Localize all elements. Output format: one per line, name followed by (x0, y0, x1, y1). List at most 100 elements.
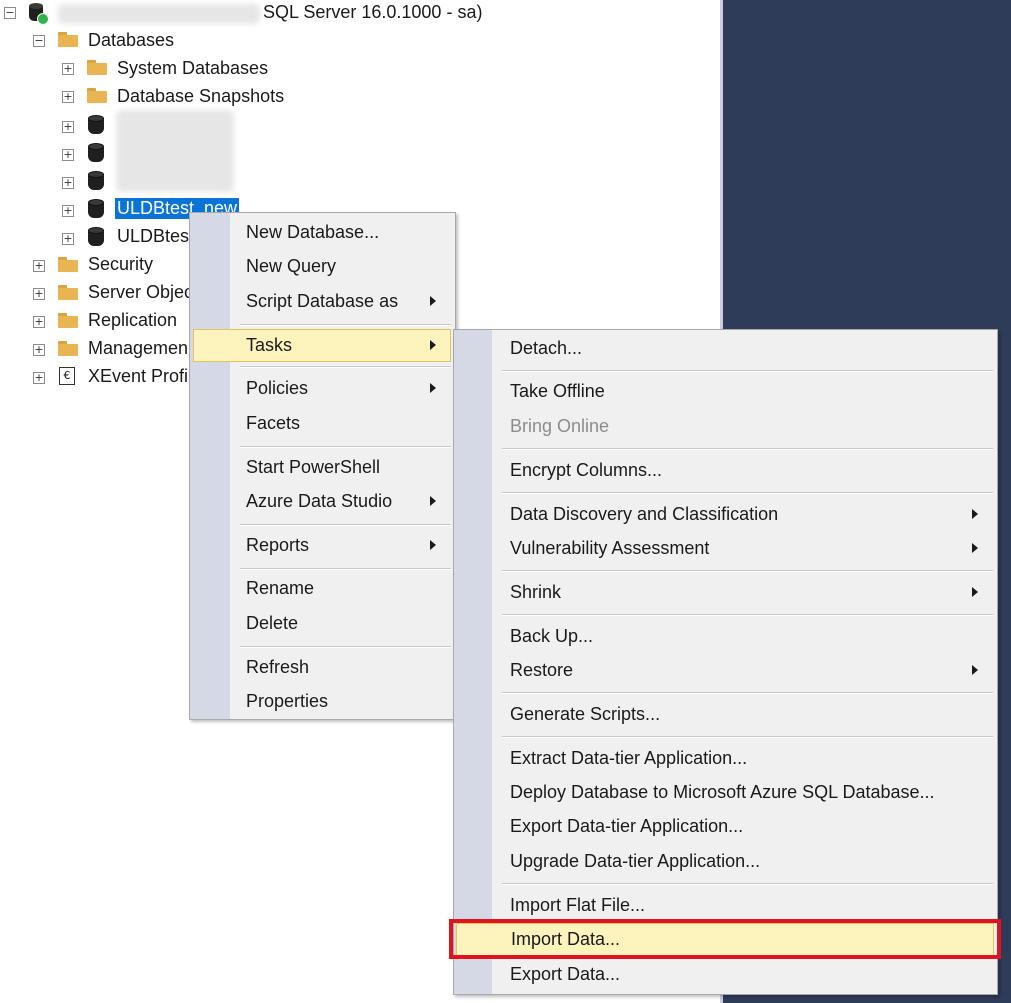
submenu-arrow-icon (972, 665, 978, 675)
expand-toggle-database-snapshots[interactable]: + (62, 91, 74, 103)
tasks-submenu: Detach... Take Offline Bring Online Encr… (453, 329, 998, 995)
menu-item-label: Take Offline (510, 381, 605, 401)
expand-toggle-server-objects[interactable]: + (33, 288, 45, 300)
menu-separator (502, 614, 993, 616)
menu-item-generate-scripts[interactable]: Generate Scripts... (454, 698, 997, 731)
menu-item-label: Import Flat File... (510, 895, 646, 915)
menu-item-rename[interactable]: Rename (190, 572, 455, 605)
menu-item-deploy-to-azure-sql[interactable]: Deploy Database to Microsoft Azure SQL D… (454, 776, 997, 809)
expand-toggle-management[interactable]: + (33, 344, 45, 356)
menu-item-shrink[interactable]: Shrink (454, 576, 997, 609)
annotation-highlight-box (449, 919, 1001, 959)
menu-item-label: Generate Scripts... (510, 704, 661, 724)
menu-separator (502, 492, 993, 494)
menu-item-label: Data Discovery and Classification (510, 504, 779, 524)
menu-item-label: Back Up... (510, 626, 594, 646)
menu-item-upgrade-data-tier-application[interactable]: Upgrade Data-tier Application... (454, 845, 997, 878)
menu-item-export-data[interactable]: Export Data... (454, 958, 997, 991)
menu-item-label: Delete (246, 613, 299, 633)
menu-item-label: Deploy Database to Microsoft Azure SQL D… (510, 782, 935, 802)
menu-separator (502, 448, 993, 450)
database-names-redacted (116, 110, 234, 192)
menu-item-script-database-as[interactable]: Script Database as (190, 285, 455, 318)
menu-separator (502, 570, 993, 572)
tree-item-database-snapshots[interactable]: Database Snapshots (117, 86, 284, 107)
folder-icon (58, 285, 78, 300)
menu-separator (240, 366, 451, 368)
tree-item-xevent-profiler[interactable]: XEvent Profi (88, 366, 188, 387)
menu-item-label: Extract Data-tier Application... (510, 748, 748, 768)
menu-item-label: Encrypt Columns... (510, 460, 663, 480)
expand-toggle-selected-db[interactable]: + (62, 205, 74, 217)
menu-item-label: Rename (246, 578, 315, 598)
menu-item-bring-online: Bring Online (454, 410, 997, 443)
tree-item-databases[interactable]: Databases (88, 30, 174, 51)
menu-separator (502, 370, 993, 372)
submenu-arrow-icon (972, 587, 978, 597)
server-name-redacted (58, 4, 260, 24)
menu-item-label: Shrink (510, 582, 562, 602)
menu-item-take-offline[interactable]: Take Offline (454, 375, 997, 408)
collapse-toggle-databases[interactable]: − (33, 35, 45, 47)
menu-separator (502, 692, 993, 694)
expand-toggle-replication[interactable]: + (33, 316, 45, 328)
menu-item-label: New Database... (246, 222, 380, 242)
menu-separator (240, 324, 451, 326)
tree-item-replication[interactable]: Replication (88, 310, 177, 331)
tree-item-server-objects[interactable]: Server Objec (88, 282, 193, 303)
tree-item-database[interactable]: ULDBtest (117, 226, 194, 247)
expand-toggle-db2[interactable]: + (62, 233, 74, 245)
menu-item-label: Reports (246, 535, 310, 555)
menu-item-encrypt-columns[interactable]: Encrypt Columns... (454, 454, 997, 487)
menu-item-label: Vulnerability Assessment (510, 538, 710, 558)
expand-toggle-system-databases[interactable]: + (62, 63, 74, 75)
submenu-arrow-icon (430, 496, 436, 506)
menu-item-azure-data-studio[interactable]: Azure Data Studio (190, 485, 455, 518)
database-icon (88, 171, 104, 191)
menu-separator (240, 646, 451, 648)
submenu-arrow-icon (430, 383, 436, 393)
expand-toggle-xevent[interactable]: + (33, 372, 45, 384)
menu-item-properties[interactable]: Properties (190, 685, 455, 718)
expand-toggle-db[interactable]: + (62, 121, 74, 133)
folder-icon (58, 32, 78, 47)
submenu-arrow-icon (430, 340, 436, 350)
menu-item-import-flat-file[interactable]: Import Flat File... (454, 889, 997, 922)
menu-item-policies[interactable]: Policies (190, 372, 455, 405)
menu-separator (240, 446, 451, 448)
menu-item-label: Tasks (246, 335, 293, 355)
menu-item-label: Export Data-tier Application... (510, 816, 744, 836)
menu-item-back-up[interactable]: Back Up... (454, 620, 997, 653)
menu-item-delete[interactable]: Delete (190, 607, 455, 640)
menu-item-label: Restore (510, 660, 574, 680)
tree-item-security[interactable]: Security (88, 254, 153, 275)
menu-item-reports[interactable]: Reports (190, 529, 455, 562)
database-icon (88, 143, 104, 163)
menu-item-start-powershell[interactable]: Start PowerShell (190, 451, 455, 484)
menu-item-extract-data-tier-application[interactable]: Extract Data-tier Application... (454, 742, 997, 775)
menu-item-restore[interactable]: Restore (454, 654, 997, 687)
submenu-arrow-icon (972, 509, 978, 519)
menu-item-label: Bring Online (510, 416, 610, 436)
folder-icon (58, 313, 78, 328)
ssms-window: − SQL Server 16.0.1000 - sa) − Databases… (0, 0, 1011, 1003)
menu-item-refresh[interactable]: Refresh (190, 651, 455, 684)
server-label[interactable]: SQL Server 16.0.1000 - sa) (263, 2, 482, 23)
menu-item-label: New Query (246, 256, 337, 276)
expand-toggle-security[interactable]: + (33, 260, 45, 272)
tree-item-system-databases[interactable]: System Databases (117, 58, 268, 79)
expand-toggle-db[interactable]: + (62, 149, 74, 161)
database-icon (88, 227, 104, 247)
menu-item-vulnerability-assessment[interactable]: Vulnerability Assessment (454, 532, 997, 565)
menu-item-facets[interactable]: Facets (190, 407, 455, 440)
menu-item-new-query[interactable]: New Query (190, 250, 455, 283)
collapse-toggle-server[interactable]: − (4, 7, 16, 19)
menu-item-data-discovery-classification[interactable]: Data Discovery and Classification (454, 498, 997, 531)
menu-item-label: Properties (246, 691, 329, 711)
menu-item-new-database[interactable]: New Database... (190, 216, 455, 249)
menu-item-detach[interactable]: Detach... (454, 332, 997, 365)
menu-item-tasks[interactable]: Tasks (193, 329, 451, 362)
menu-item-export-data-tier-application[interactable]: Export Data-tier Application... (454, 810, 997, 843)
expand-toggle-db[interactable]: + (62, 177, 74, 189)
tree-item-management[interactable]: Managemen (88, 338, 188, 359)
